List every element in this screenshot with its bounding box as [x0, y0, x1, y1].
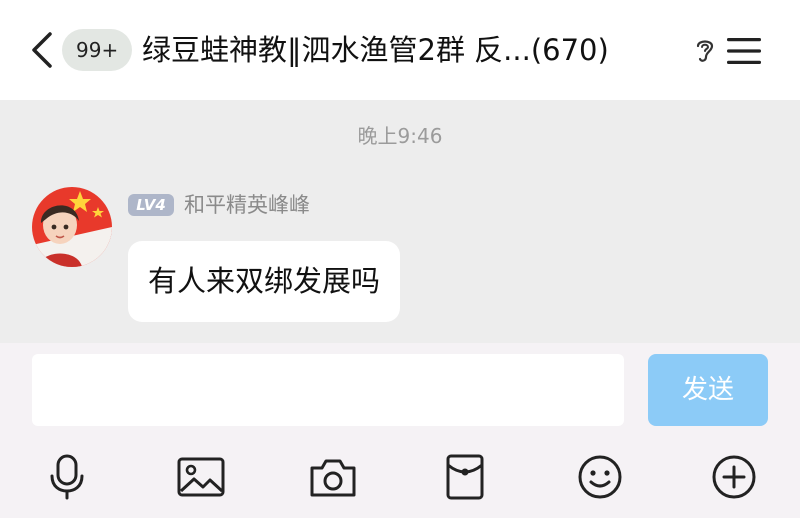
composer: 发送: [0, 343, 800, 518]
earpiece-mode-icon[interactable]: [693, 36, 717, 64]
unread-count-badge[interactable]: 99+: [62, 29, 133, 71]
emoji-icon[interactable]: [576, 453, 624, 501]
message-bubble[interactable]: 有人来双绑发展吗: [128, 241, 401, 322]
camera-icon[interactable]: [308, 453, 358, 501]
image-icon[interactable]: [176, 453, 226, 501]
message-timestamp: 晚上9:46: [357, 124, 443, 148]
microphone-icon[interactable]: [45, 453, 89, 501]
message-list[interactable]: 晚上9:46 LV4 和平精英峰峰 有人来双绑发展吗: [0, 100, 800, 343]
sender-name[interactable]: 和平精英峰峰: [184, 192, 310, 218]
back-arrow-icon[interactable]: [28, 30, 58, 70]
chat-title[interactable]: 绿豆蛙神教‖泗水渔管2群 反...(670): [142, 26, 687, 74]
plus-icon[interactable]: [710, 453, 758, 501]
send-button[interactable]: 发送: [648, 354, 768, 426]
level-badge: LV4: [128, 194, 174, 216]
sender-avatar[interactable]: [32, 187, 112, 267]
menu-icon[interactable]: [726, 36, 762, 66]
red-packet-icon[interactable]: [444, 453, 486, 501]
message-input[interactable]: [32, 354, 624, 426]
chat-header: 99+ 绿豆蛙神教‖泗水渔管2群 反...(670): [0, 0, 800, 100]
